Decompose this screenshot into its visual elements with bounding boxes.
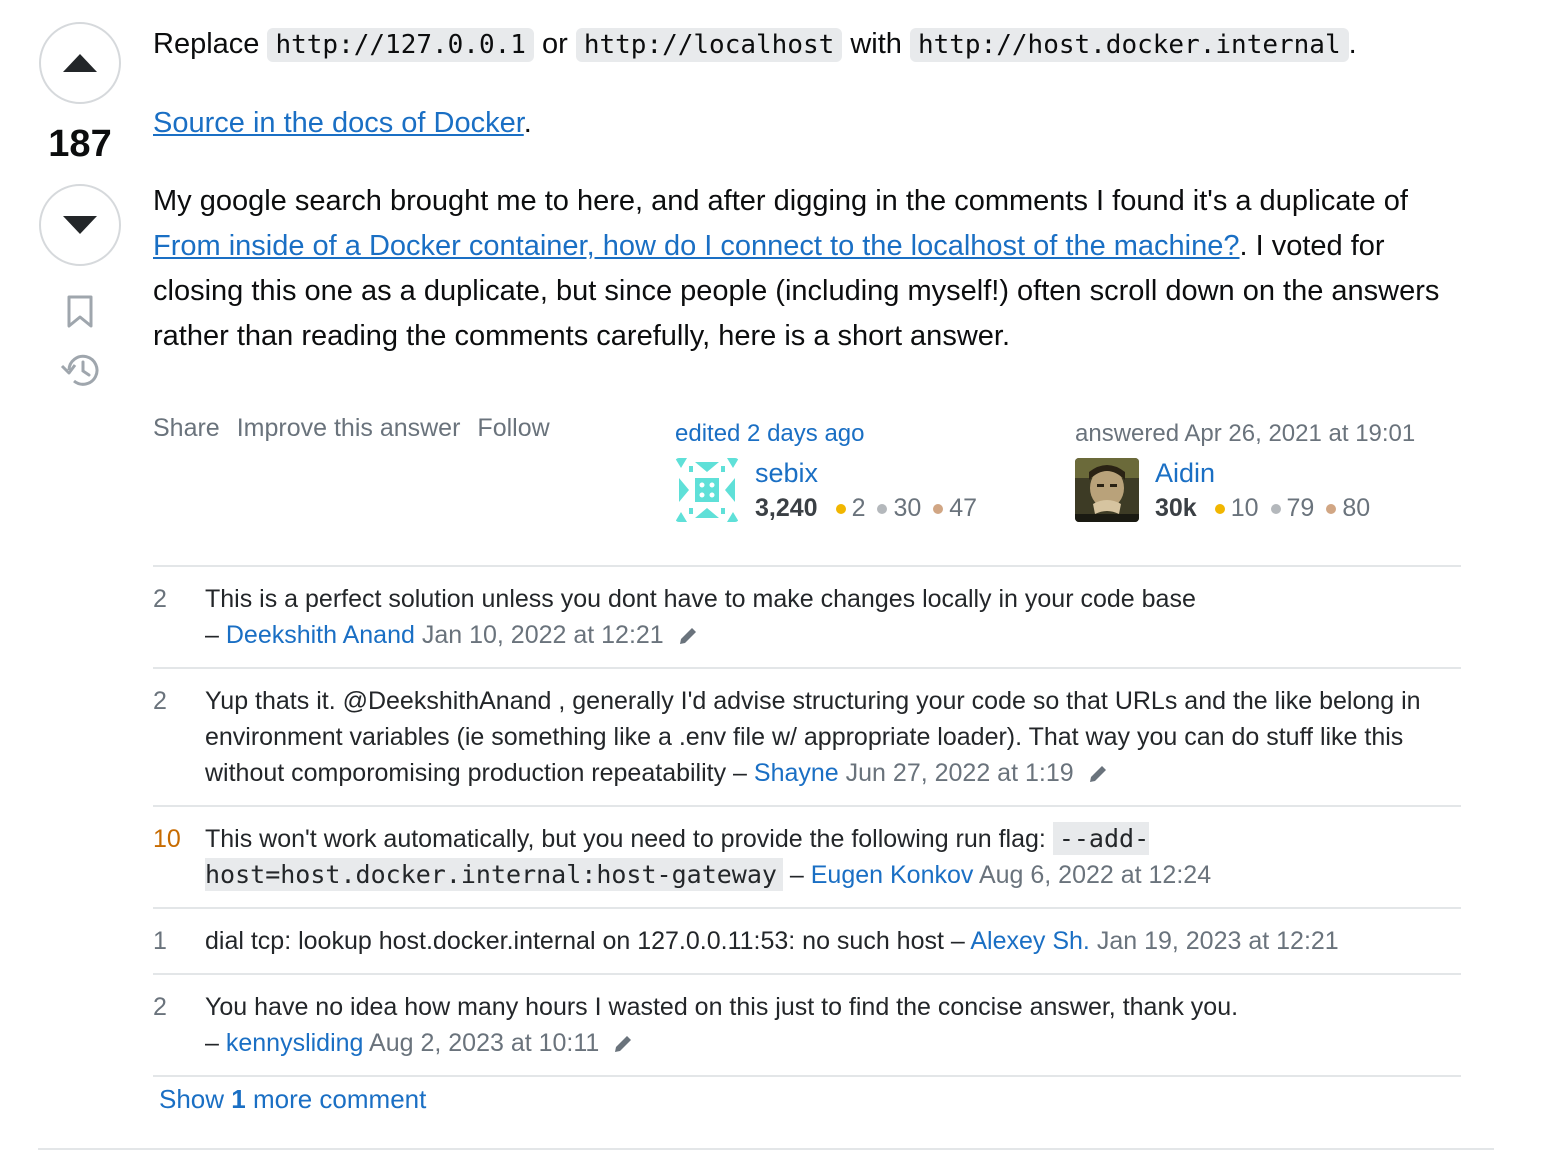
- share-link[interactable]: Share: [153, 414, 220, 443]
- downvote-arrow-icon: [63, 216, 97, 234]
- comment-separator: –: [943, 927, 971, 955]
- answer-body: Replace http://127.0.0.1 or http://local…: [153, 22, 1463, 392]
- show-more-count: 1: [231, 1084, 246, 1114]
- comment-score: 1: [153, 927, 167, 955]
- pencil-icon[interactable]: [612, 1033, 634, 1055]
- improve-answer-link[interactable]: Improve this answer: [237, 414, 461, 443]
- show-more-suffix: more comment: [245, 1084, 427, 1114]
- bronze-badge-count: 80: [1342, 494, 1371, 522]
- author-reputation: 30k 10 79 80: [1155, 494, 1370, 523]
- comment-user-link[interactable]: Deekshith Anand: [226, 621, 415, 649]
- comment-user-link[interactable]: Shayne: [754, 759, 839, 787]
- code-localhost: http://localhost: [575, 28, 843, 62]
- text-or: or: [533, 28, 576, 60]
- bookmark-icon: [67, 295, 93, 328]
- comment-text: This won't work automatically, but you n…: [205, 825, 1053, 853]
- bronze-badge-icon: [933, 503, 944, 514]
- comment-date[interactable]: Jan 10, 2022 at 12:21: [422, 621, 664, 649]
- text-period: .: [523, 107, 532, 139]
- edited-timestamp[interactable]: edited 2 days ago: [675, 420, 977, 448]
- gold-badge-count: 2: [851, 494, 866, 522]
- downvote-button[interactable]: [39, 184, 121, 266]
- comment-date[interactable]: Aug 2, 2023 at 10:11: [369, 1029, 599, 1057]
- comment-text: You have no idea how many hours I wasted…: [205, 993, 1239, 1021]
- comment: 2 Yup thats it. @DeekshithAnand , genera…: [153, 669, 1461, 807]
- answer-paragraph-1: Replace http://127.0.0.1 or http://local…: [153, 22, 1463, 68]
- bronze-badge-icon: [1326, 503, 1337, 514]
- comment-body: You have no idea how many hours I wasted…: [205, 989, 1461, 1061]
- comment: 10 This won't work automatically, but yo…: [153, 807, 1461, 909]
- editor-signature: edited 2 days ago sebix 3,240 2 30 47: [675, 420, 977, 523]
- comment-body: This is a perfect solution unless you do…: [205, 581, 1461, 653]
- comment-user-link[interactable]: Eugen Konkov: [811, 861, 974, 889]
- editor-name[interactable]: sebix: [755, 458, 977, 488]
- avatar[interactable]: [1075, 458, 1139, 522]
- text-search-intro: My google search brought me to here, and…: [153, 185, 1408, 217]
- comment: 1 dial tcp: lookup host.docker.internal …: [153, 909, 1461, 975]
- bookmark-button[interactable]: [60, 292, 100, 332]
- silver-badge-count: 30: [893, 494, 922, 522]
- silver-badge-icon: [1270, 503, 1281, 514]
- pencil-icon[interactable]: [677, 625, 699, 647]
- comment-user-link[interactable]: Alexey Sh.: [970, 927, 1090, 955]
- comment-text: This is a perfect solution unless you do…: [205, 585, 1196, 613]
- silver-badge-count: 79: [1286, 494, 1315, 522]
- comments-list: 2 This is a perfect solution unless you …: [153, 565, 1461, 1077]
- history-icon: [60, 354, 99, 386]
- reputation-score: 3,240: [755, 494, 818, 522]
- comment-body: This won't work automatically, but you n…: [205, 821, 1461, 893]
- answer-paragraph-2: Source in the docs of Docker.: [153, 101, 1463, 146]
- author-signature: answered Apr 26, 2021 at 19:01 Aidin 30k…: [1075, 420, 1415, 523]
- text-with: with: [842, 28, 910, 60]
- code-host-docker-internal: http://host.docker.internal: [909, 28, 1349, 62]
- answered-timestamp: answered Apr 26, 2021 at 19:01: [1075, 420, 1416, 447]
- show-more-prefix: Show: [159, 1084, 232, 1114]
- vote-count: 187: [48, 123, 112, 165]
- gold-badge-count: 10: [1230, 494, 1259, 522]
- gold-badge-icon: [1214, 503, 1225, 514]
- comment-separator: –: [205, 621, 226, 649]
- post-menu: Share Improve this answer Follow: [153, 414, 550, 443]
- comment-body: Yup thats it. @DeekshithAnand , generall…: [205, 683, 1461, 791]
- comment-body: dial tcp: lookup host.docker.internal on…: [205, 923, 1461, 959]
- answer-paragraph-3: My google search brought me to here, and…: [153, 179, 1463, 359]
- bronze-badge-count: 47: [949, 494, 978, 522]
- editor-reputation: 3,240 2 30 47: [755, 494, 977, 523]
- avatar[interactable]: [675, 458, 739, 522]
- comment-user-link[interactable]: kennysliding: [226, 1029, 364, 1057]
- comment-separator: –: [205, 1029, 226, 1057]
- text-replace: Replace: [153, 28, 268, 60]
- follow-link[interactable]: Follow: [477, 414, 549, 443]
- comment: 2 You have no idea how many hours I wast…: [153, 975, 1461, 1077]
- comment-date[interactable]: Aug 6, 2022 at 12:24: [979, 861, 1211, 889]
- pencil-icon[interactable]: [1087, 763, 1109, 785]
- reputation-score: 30k: [1155, 494, 1197, 522]
- comment-date[interactable]: Jan 19, 2023 at 12:21: [1097, 927, 1339, 955]
- code-127: http://127.0.0.1: [267, 28, 534, 62]
- silver-badge-icon: [877, 503, 888, 514]
- comment-score: 2: [153, 687, 167, 715]
- text-period: .: [1348, 28, 1357, 60]
- comment: 2 This is a perfect solution unless you …: [153, 567, 1461, 669]
- comment-separator: –: [782, 861, 811, 889]
- gold-badge-icon: [835, 503, 846, 514]
- comment-score: 10: [153, 825, 181, 853]
- comment-separator: –: [726, 759, 754, 787]
- comment-text: dial tcp: lookup host.docker.internal on…: [205, 927, 944, 955]
- duplicate-question-link[interactable]: From inside of a Docker container, how d…: [153, 230, 1240, 262]
- source-docs-link[interactable]: Source in the docs of Docker: [153, 107, 524, 139]
- history-button[interactable]: [60, 350, 100, 390]
- comment-score: 2: [153, 993, 167, 1021]
- vote-column: 187: [38, 22, 122, 390]
- show-more-comments-link[interactable]: Show 1 more comment: [159, 1084, 426, 1115]
- divider: [38, 1148, 1494, 1150]
- upvote-button[interactable]: [39, 22, 121, 104]
- upvote-arrow-icon: [63, 54, 97, 72]
- comment-date[interactable]: Jun 27, 2022 at 1:19: [846, 759, 1074, 787]
- comment-score: 2: [153, 585, 167, 613]
- author-name[interactable]: Aidin: [1155, 458, 1370, 488]
